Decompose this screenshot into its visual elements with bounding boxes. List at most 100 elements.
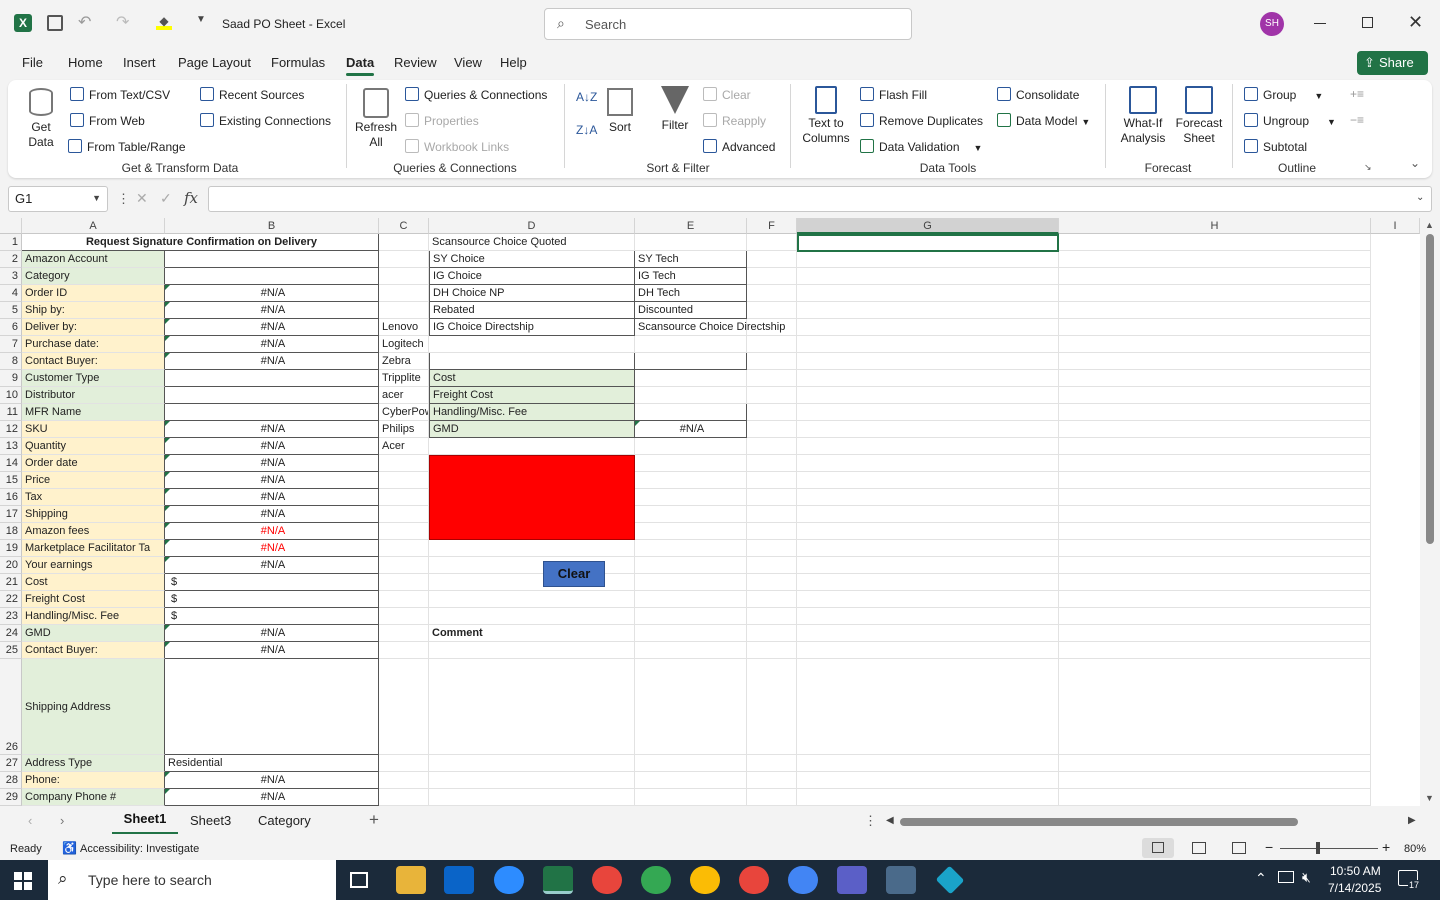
cell-c1[interactable]	[379, 234, 429, 251]
cell-d23[interactable]	[429, 608, 635, 625]
menu-help[interactable]: Help	[500, 55, 527, 70]
chrome-icon[interactable]	[690, 866, 720, 894]
cell-h29[interactable]	[1059, 789, 1371, 806]
cell-h9[interactable]	[1059, 370, 1371, 387]
cell-c24[interactable]	[379, 625, 429, 642]
cell-h15[interactable]	[1059, 472, 1371, 489]
cell-h7[interactable]	[1059, 336, 1371, 353]
cell-b5[interactable]: #N/A	[165, 302, 379, 319]
menu-file[interactable]: File	[22, 55, 43, 70]
cell-f16[interactable]	[747, 489, 797, 506]
cancel-icon[interactable]: ✕	[136, 190, 148, 207]
menu-home[interactable]: Home	[68, 55, 103, 70]
page-break-view-icon[interactable]	[1232, 842, 1246, 854]
clock-time[interactable]: 10:50 AM	[1330, 864, 1381, 878]
cell-b6[interactable]: #N/A	[165, 319, 379, 336]
cell-b22[interactable]: $	[165, 591, 379, 608]
cell-g11[interactable]	[797, 404, 1059, 421]
cell-g12[interactable]	[797, 421, 1059, 438]
text-to-columns-button[interactable]: Text to Columns	[800, 86, 852, 146]
cell-g8[interactable]	[797, 353, 1059, 370]
cell-e9[interactable]	[635, 370, 747, 387]
cell-f15[interactable]	[747, 472, 797, 489]
prev-sheet-icon[interactable]: ‹	[28, 813, 32, 828]
cell-h16[interactable]	[1059, 489, 1371, 506]
chrome-icon[interactable]	[739, 866, 769, 894]
cell-b29[interactable]: #N/A	[165, 789, 379, 806]
cell-d2[interactable]: SY Choice	[429, 251, 635, 268]
cell-g2[interactable]	[797, 251, 1059, 268]
save-icon[interactable]	[47, 15, 63, 31]
column-header-g[interactable]: G	[797, 218, 1059, 234]
ribbon-collapse-icon[interactable]: ⌄	[1410, 156, 1420, 170]
cell-g26[interactable]	[797, 659, 1059, 755]
reapply-button[interactable]: Reapply	[703, 113, 766, 128]
cell-c19[interactable]	[379, 540, 429, 557]
row-header-21[interactable]: 21	[0, 574, 22, 591]
cell-f1[interactable]	[747, 234, 797, 251]
remove-duplicates-button[interactable]: Remove Duplicates	[860, 113, 983, 128]
dialog-launcher-icon[interactable]: ↘	[1364, 162, 1372, 173]
advanced-filter-button[interactable]: Advanced	[703, 139, 775, 154]
worksheet-grid[interactable]: ABCDEFGHI 1 Request Signature Confirmatio…	[0, 218, 1440, 806]
cell-c18[interactable]	[379, 523, 429, 540]
calculator-icon[interactable]	[886, 866, 916, 894]
row-header-24[interactable]: 24	[0, 625, 22, 642]
cell-c15[interactable]	[379, 472, 429, 489]
cell-a3[interactable]: Category	[22, 268, 165, 285]
redo-icon[interactable]: ↷	[116, 12, 129, 32]
cell-d13[interactable]	[429, 438, 635, 455]
cell-a14[interactable]: Order date	[22, 455, 165, 472]
cell-h28[interactable]	[1059, 772, 1371, 789]
cell-a5[interactable]: Ship by:	[22, 302, 165, 319]
recent-sources-button[interactable]: Recent Sources	[200, 87, 304, 102]
cell-g9[interactable]	[797, 370, 1059, 387]
cell-b19[interactable]: #N/A	[165, 540, 379, 557]
avatar[interactable]: SH	[1260, 12, 1284, 36]
zoom-slider-thumb[interactable]	[1316, 842, 1320, 854]
cell-e19[interactable]	[635, 540, 747, 557]
menu-review[interactable]: Review	[394, 55, 437, 70]
cell-h3[interactable]	[1059, 268, 1371, 285]
cell-d28[interactable]	[429, 772, 635, 789]
next-sheet-icon[interactable]: ›	[60, 813, 64, 828]
zoom-out-icon[interactable]: −	[1265, 839, 1273, 855]
cell-f26[interactable]	[747, 659, 797, 755]
cell-e21[interactable]	[635, 574, 747, 591]
cell-f8[interactable]	[747, 353, 797, 370]
row-header-20[interactable]: 20	[0, 557, 22, 574]
cell-h25[interactable]	[1059, 642, 1371, 659]
row-header-1[interactable]: 1	[0, 234, 22, 251]
cell-e29[interactable]	[635, 789, 747, 806]
cell-g13[interactable]	[797, 438, 1059, 455]
cell-d1[interactable]: Scansource Choice Quoted	[429, 234, 635, 251]
data-validation-button[interactable]: Data Validation ▼	[860, 139, 982, 154]
cell-d3[interactable]: IG Choice	[429, 268, 635, 285]
cell-h26[interactable]	[1059, 659, 1371, 755]
scroll-right-icon[interactable]: ▶	[1408, 815, 1416, 826]
get-data-button[interactable]: Get Data	[20, 88, 62, 150]
column-header-f[interactable]: F	[747, 218, 797, 234]
cell-g5[interactable]	[797, 302, 1059, 319]
subtotal-button[interactable]: Subtotal	[1244, 139, 1307, 154]
cell-h5[interactable]	[1059, 302, 1371, 319]
hide-detail-icon[interactable]: −≡	[1350, 113, 1364, 127]
cell-f21[interactable]	[747, 574, 797, 591]
enter-icon[interactable]: ✓	[160, 190, 172, 207]
row-header-14[interactable]: 14	[0, 455, 22, 472]
cell-a29[interactable]: Company Phone #	[22, 789, 165, 806]
row-header-23[interactable]: 23	[0, 608, 22, 625]
cell-c2[interactable]	[379, 251, 429, 268]
cell-d24[interactable]: Comment	[429, 625, 635, 642]
chrome-icon[interactable]	[592, 866, 622, 894]
row-header-22[interactable]: 22	[0, 591, 22, 608]
cell-b4[interactable]: #N/A	[165, 285, 379, 302]
cell-f13[interactable]	[747, 438, 797, 455]
cell-a20[interactable]: Your earnings	[22, 557, 165, 574]
column-header-d[interactable]: D	[429, 218, 635, 234]
cell-e28[interactable]	[635, 772, 747, 789]
cell-h18[interactable]	[1059, 523, 1371, 540]
cell-b27[interactable]: Residential	[165, 755, 379, 772]
cell-g3[interactable]	[797, 268, 1059, 285]
cell-f25[interactable]	[747, 642, 797, 659]
